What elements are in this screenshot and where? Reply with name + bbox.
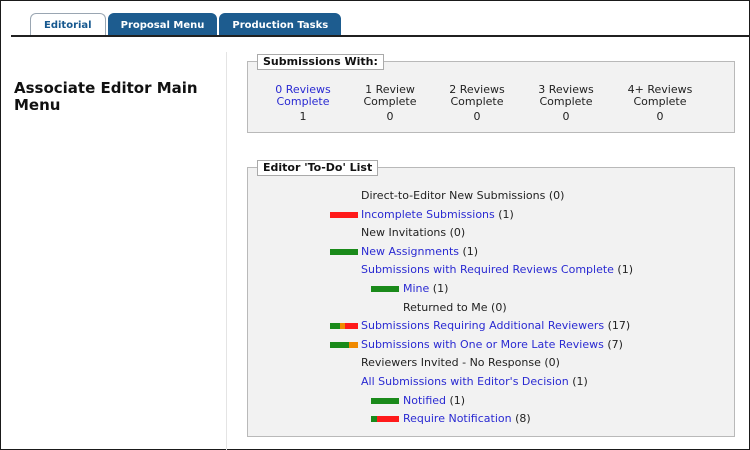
todo-item-link[interactable]: All Submissions with Editor's Decision — [361, 375, 569, 388]
submissions-column-label: Complete — [633, 95, 687, 108]
status-bar-green — [330, 248, 358, 255]
submissions-with-panel: Submissions With: 0 Reviews Complete 1 1 Re… — [247, 54, 735, 133]
todo-item-link[interactable]: Submissions Requiring Additional Reviewe… — [361, 319, 604, 332]
todo-item: Notified (1) — [403, 394, 465, 408]
tab-production-tasks[interactable]: Production Tasks — [219, 13, 342, 36]
todo-item-count: (1) — [613, 263, 634, 277]
todo-item-count: (0) — [545, 189, 565, 202]
todo-item-link[interactable]: Require Notification — [403, 412, 512, 425]
status-bar-red — [377, 416, 399, 423]
todo-item-label: New Invitations — [361, 226, 447, 240]
todo-item-count: (8) — [511, 412, 531, 426]
submissions-column-label: Complete — [539, 95, 593, 108]
editor-todo-panel: Editor 'To-Do' List Direct-to-Editor New… — [247, 160, 735, 437]
todo-item: New Invitations (0) — [361, 226, 465, 240]
todo-item-label: Reviewers Invited - No Response — [361, 356, 541, 370]
submissions-column-label: Complete — [450, 95, 504, 108]
status-bar — [371, 286, 399, 292]
status-bar-red — [345, 323, 358, 330]
todo-item-count: (1) — [568, 375, 588, 388]
todo-item: New Assignments (1) — [361, 245, 478, 259]
submissions-column-count: 0 — [386, 110, 394, 123]
tab-editorial[interactable]: Editorial — [30, 13, 106, 36]
tab-bar: Editorial Proposal Menu Production Tasks — [30, 13, 343, 36]
todo-item-label: Returned to Me — [403, 300, 488, 314]
submissions-column-count: 0 — [562, 110, 570, 123]
status-bar — [330, 323, 358, 330]
status-bar-green — [371, 397, 399, 404]
tab-underline — [11, 35, 750, 37]
submissions-column-label: Complete — [276, 95, 330, 108]
submissions-column: 1 Review Complete 0 — [350, 84, 430, 123]
column-divider — [226, 52, 227, 450]
status-bar-green — [330, 341, 349, 348]
todo-item: Submissions Requiring Additional Reviewe… — [361, 319, 630, 333]
todo-item-count: (0) — [446, 226, 466, 240]
todo-item: Submissions with Required Reviews Comple… — [361, 263, 633, 277]
submissions-column[interactable]: 0 Reviews Complete 1 — [263, 84, 343, 123]
todo-item-link[interactable]: Incomplete Submissions — [361, 208, 495, 221]
submissions-column-count: 0 — [473, 110, 481, 123]
todo-item-count: (1) — [494, 207, 514, 221]
todo-item-link[interactable]: Notified — [403, 394, 446, 407]
submissions-column-count: 1 — [299, 110, 307, 123]
status-bar-orange — [349, 341, 358, 348]
todo-item-link[interactable]: New Assignments — [361, 245, 459, 258]
status-bar — [330, 248, 358, 255]
todo-item-count: (7) — [603, 337, 623, 351]
todo-item-count: (1) — [459, 244, 479, 258]
submissions-column: 3 Reviews Complete 0 — [526, 84, 606, 123]
submissions-column: 4+ Reviews Complete 0 — [620, 84, 700, 123]
todo-item-link[interactable]: Submissions with Required Reviews Comple… — [361, 263, 614, 276]
editor-todo-legend: Editor 'To-Do' List — [257, 160, 379, 176]
todo-item: Mine (1) — [403, 282, 448, 296]
todo-item-count: (17) — [604, 319, 631, 333]
submissions-column-label: Complete — [363, 95, 417, 108]
tab-proposal-menu[interactable]: Proposal Menu — [107, 13, 218, 36]
submissions-with-legend: Submissions With: — [257, 54, 384, 70]
todo-item-label: Direct-to-Editor New Submissions — [361, 189, 546, 202]
todo-item-link[interactable]: Submissions with One or More Late Review… — [361, 338, 604, 351]
status-bar — [371, 416, 399, 423]
todo-item-count: (1) — [429, 282, 449, 295]
todo-item-link[interactable]: Mine — [403, 282, 429, 295]
status-bar — [371, 397, 399, 404]
page-title: Associate Editor Main Menu — [14, 79, 198, 114]
todo-item-count: (0) — [540, 356, 560, 370]
status-bar-green — [330, 323, 340, 330]
status-bar — [330, 341, 358, 348]
submissions-column-count: 0 — [656, 110, 664, 123]
status-bar-green — [371, 286, 399, 292]
todo-item: Reviewers Invited - No Response (0) — [361, 356, 560, 370]
submissions-column: 2 Reviews Complete 0 — [437, 84, 517, 123]
status-bar-red — [330, 211, 358, 218]
todo-item: Direct-to-Editor New Submissions (0) — [361, 189, 564, 203]
todo-item: Incomplete Submissions (1) — [361, 208, 514, 222]
todo-item-count: (1) — [446, 393, 466, 407]
todo-item: All Submissions with Editor's Decision (… — [361, 375, 588, 389]
todo-item-count: (0) — [487, 300, 507, 314]
todo-item: Submissions with One or More Late Review… — [361, 338, 623, 352]
status-bar — [330, 211, 358, 218]
todo-item: Require Notification (8) — [403, 412, 531, 426]
todo-item: Returned to Me (0) — [403, 301, 507, 315]
